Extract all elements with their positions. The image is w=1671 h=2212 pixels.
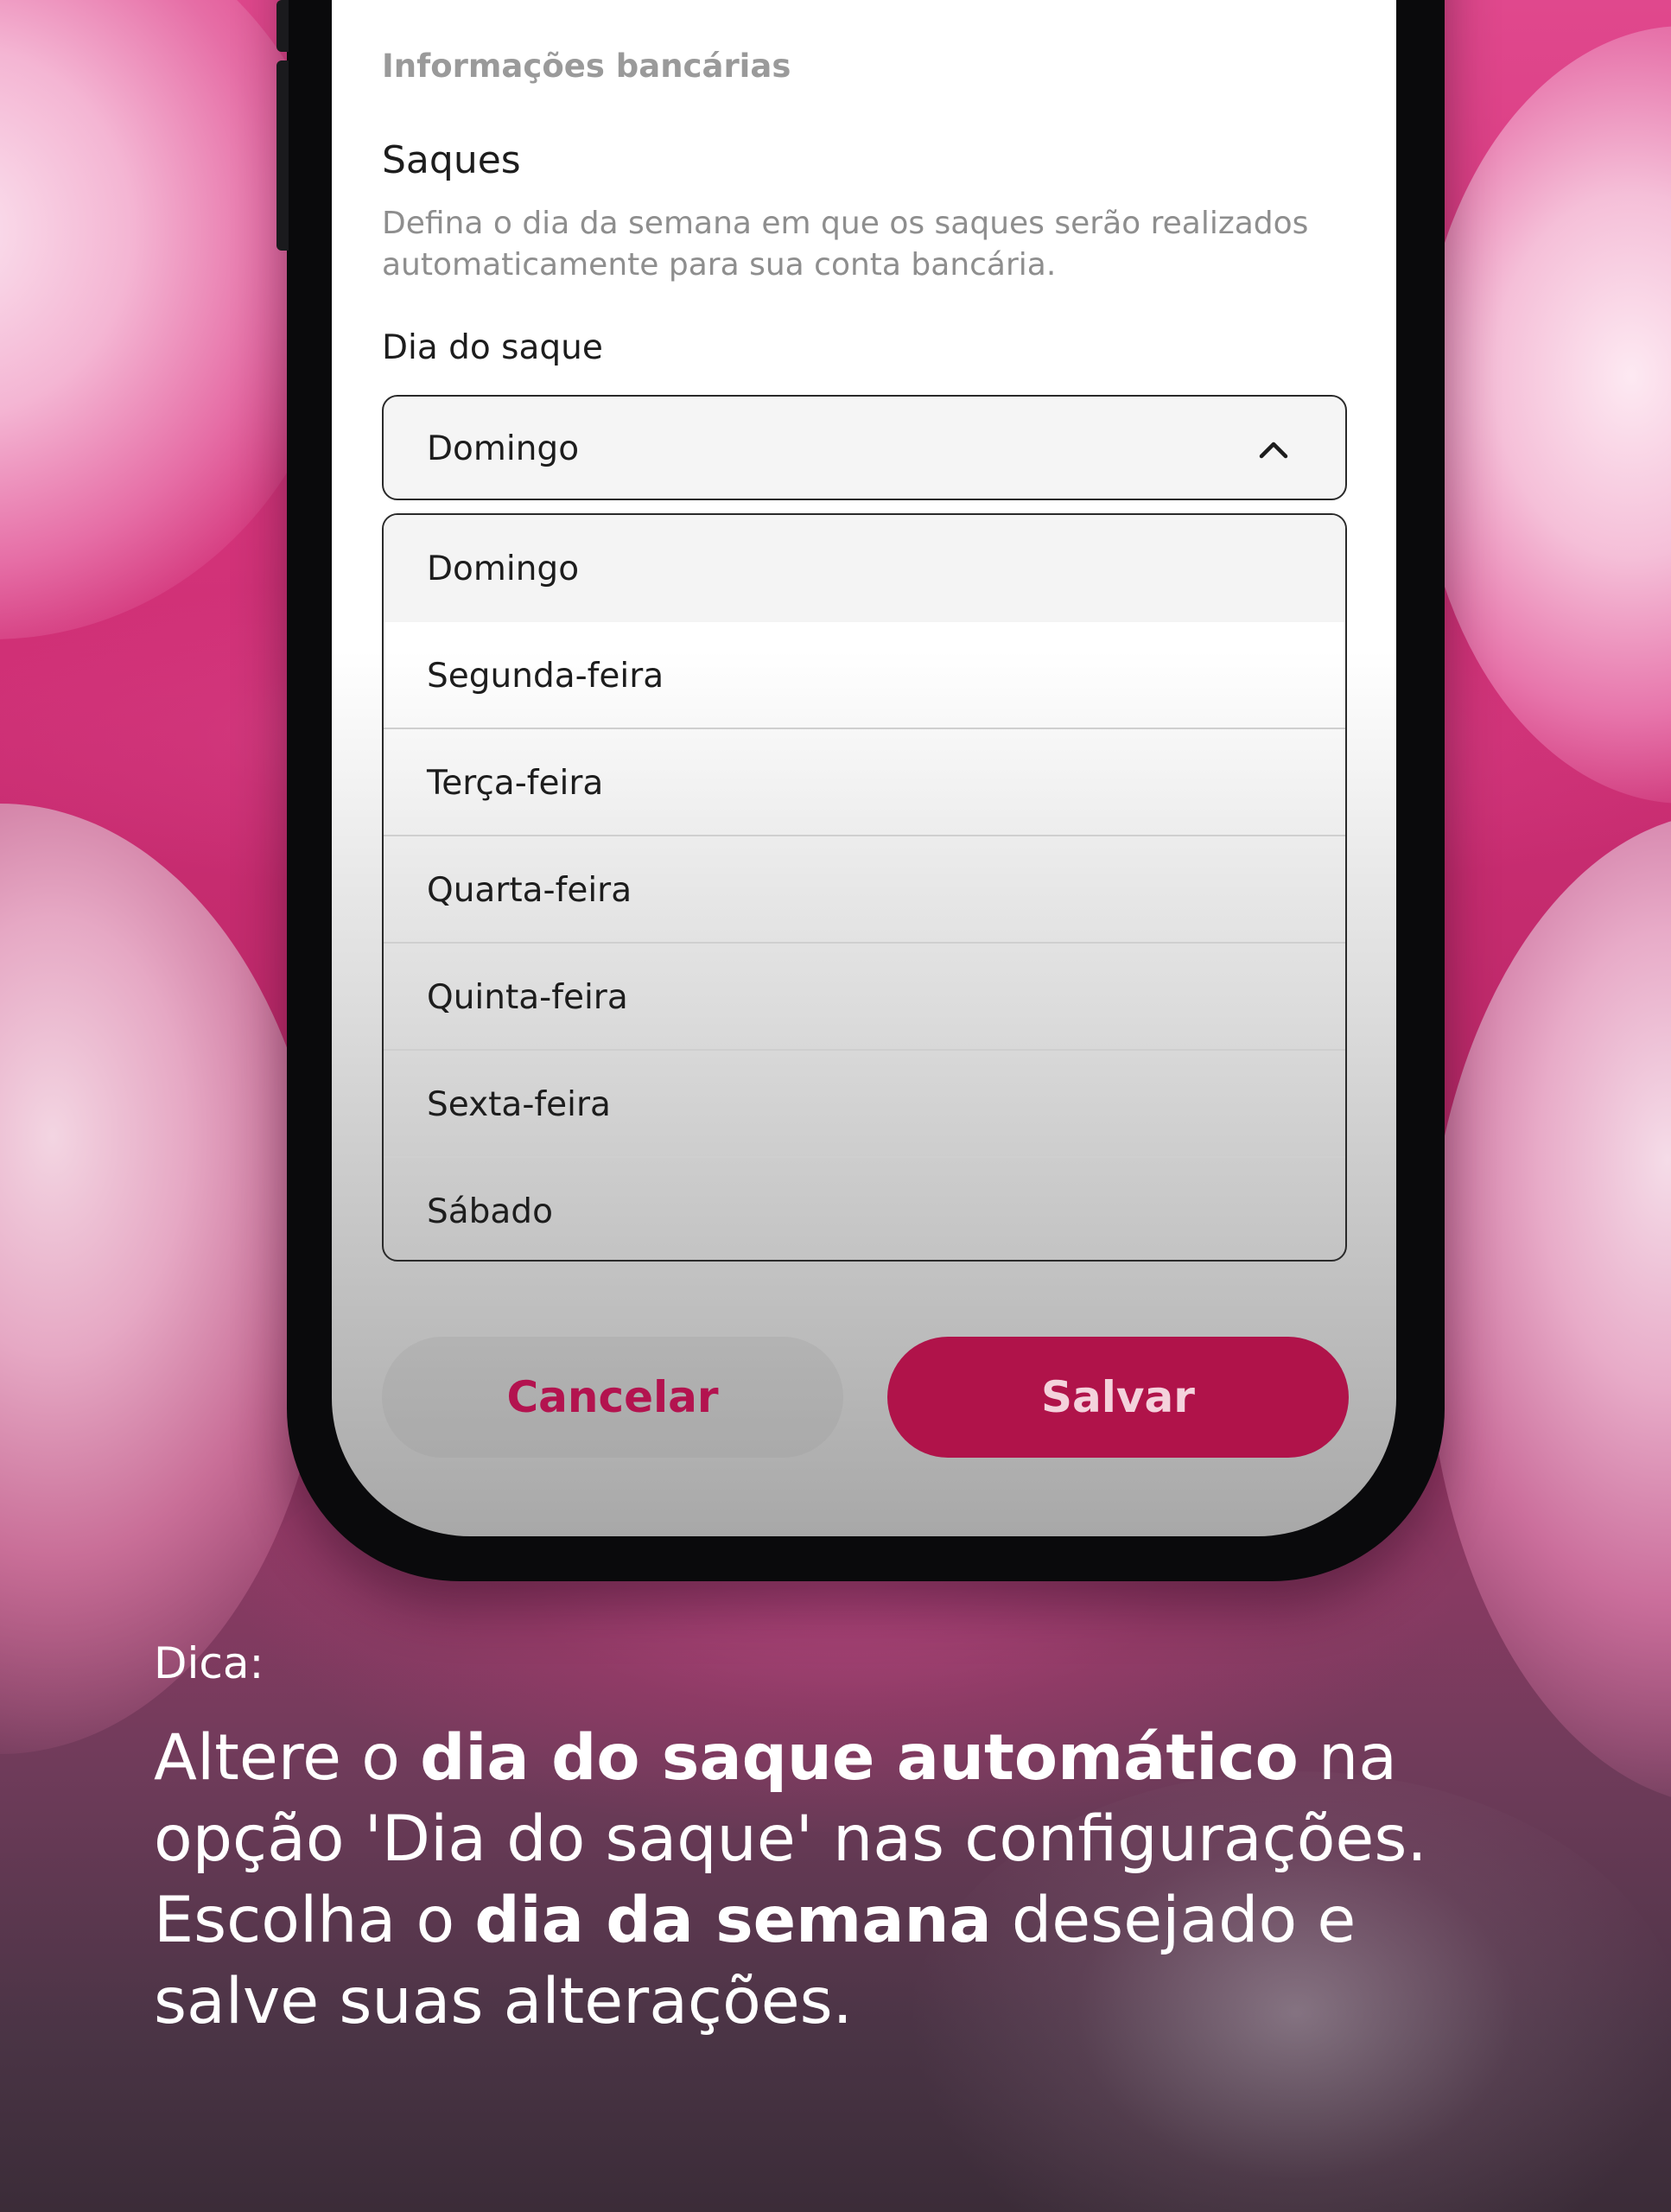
select-current-value: Domingo — [427, 429, 580, 468]
cancel-button[interactable]: Cancelar — [382, 1337, 843, 1458]
weekday-dropdown-list: Domingo Segunda-feira Terça-feira Quarta… — [382, 513, 1347, 1262]
section-header: Informações bancárias — [382, 48, 791, 85]
withdrawal-day-label: Dia do saque — [382, 328, 603, 367]
tip-text-segment: opção 'Dia do saque' nas configurações. — [154, 1802, 1427, 1876]
tip-text-emphasis: dia do saque automático — [420, 1721, 1299, 1795]
option-label: Quarta-feira — [427, 871, 632, 910]
option-terca-feira[interactable]: Terça-feira — [384, 729, 1345, 836]
tip-text-segment: Altere o — [154, 1721, 421, 1795]
withdrawals-title: Saques — [382, 138, 521, 182]
option-label: Domingo — [427, 550, 580, 588]
tip-text-segment: salve suas alterações. — [154, 1965, 853, 2038]
tip-kicker: Dica: — [154, 1638, 264, 1688]
promo-canvas: Informações bancárias Saques Defina o di… — [0, 0, 1671, 2212]
tip-text-emphasis: dia da semana — [474, 1884, 992, 1957]
withdrawal-day-select[interactable]: Domingo — [382, 395, 1347, 500]
tip-text-segment: desejado e — [991, 1884, 1356, 1957]
option-label: Segunda-feira — [427, 657, 664, 696]
phone-side-button — [276, 60, 289, 251]
option-sabado[interactable]: Sábado — [384, 1158, 1345, 1260]
tip-text-segment: Escolha o — [154, 1884, 475, 1957]
tip-text-segment: na — [1298, 1721, 1397, 1795]
option-quarta-feira[interactable]: Quarta-feira — [384, 836, 1345, 944]
option-label: Terça-feira — [427, 764, 604, 803]
option-domingo[interactable]: Domingo — [384, 515, 1345, 622]
chevron-up-icon[interactable] — [1259, 435, 1288, 464]
option-label: Sábado — [427, 1192, 553, 1231]
phone-screen: Informações bancárias Saques Defina o di… — [332, 0, 1396, 1536]
option-quinta-feira[interactable]: Quinta-feira — [384, 944, 1345, 1051]
save-button[interactable]: Salvar — [887, 1337, 1349, 1458]
tip-text: Altere o dia do saque automático na opçã… — [154, 1718, 1605, 2043]
phone-frame: Informações bancárias Saques Defina o di… — [276, 0, 1445, 1581]
phone-side-button — [276, 0, 289, 52]
withdrawals-description: Defina o dia da semana em que os saques … — [382, 206, 1309, 283]
option-label: Quinta-feira — [427, 978, 628, 1017]
option-sexta-feira[interactable]: Sexta-feira — [384, 1051, 1345, 1158]
option-segunda-feira[interactable]: Segunda-feira — [384, 622, 1345, 729]
option-label: Sexta-feira — [427, 1085, 611, 1124]
